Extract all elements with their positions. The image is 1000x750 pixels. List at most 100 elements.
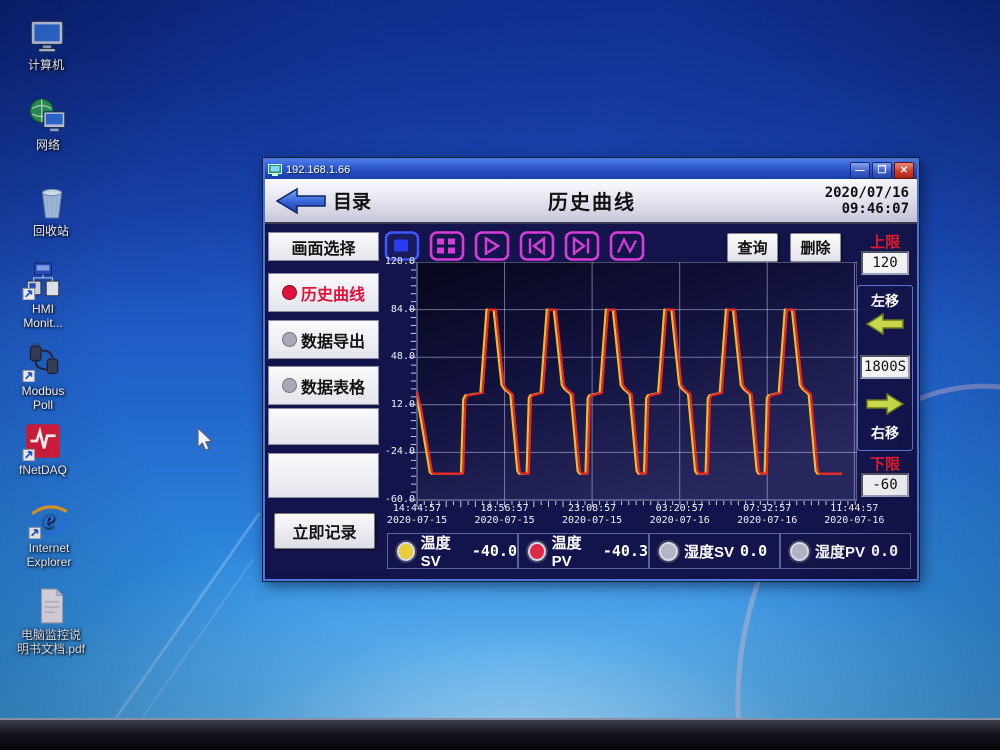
trend-toolbar	[383, 230, 646, 264]
radio-indicator-icon	[282, 378, 297, 393]
back-button[interactable]: 目录	[275, 186, 425, 216]
page-title: 历史曲线	[425, 186, 759, 215]
x-tick-date: 2020-07-15	[562, 515, 622, 527]
y-axis-tick: 48.0	[377, 351, 415, 362]
pdf-doc-icon	[30, 586, 72, 626]
datetime-display: 2020/07/16 09:46:07	[759, 185, 909, 217]
sidebar-item-data-export[interactable]: 数据导出	[268, 320, 379, 359]
desktop-icon-label: Monit...	[0, 316, 86, 330]
x-tick-date: 2020-07-15	[474, 515, 534, 527]
recycle-bin-icon	[30, 182, 72, 222]
skip-end-icon[interactable]	[563, 230, 601, 262]
desktop-icon-label: HMI	[0, 302, 86, 316]
desktop-icon-computer[interactable]: 计算机	[3, 16, 89, 72]
trend-plot[interactable]	[409, 262, 857, 509]
x-tick-time: 07:32:57	[737, 503, 797, 515]
desktop-icon-modbus-poll[interactable]: ModbusPoll	[0, 342, 86, 412]
y-axis-tick: 12.0	[377, 399, 415, 410]
x-axis-tick: 11:44:572020-07-16	[824, 503, 884, 527]
sidebar-item-label: 数据导出	[301, 328, 365, 352]
grid-view-icon[interactable]	[428, 230, 466, 262]
desktop-icon-label: Internet	[6, 541, 92, 555]
computer-icon	[25, 16, 67, 56]
legend-item[interactable]: 湿度SV 0.0	[649, 533, 780, 569]
desktop-icon-label: Modbus	[0, 384, 86, 398]
time-value: 09:46:07	[759, 201, 909, 217]
hmi-monitor-icon	[22, 260, 64, 300]
date-value: 2020/07/16	[759, 185, 909, 201]
upper-limit-label: 上限	[859, 231, 911, 252]
sidebar-empty-row	[268, 408, 379, 445]
desktop-icon-pdf-doc[interactable]: 电脑监控说明书文档.pdf	[8, 586, 94, 656]
record-now-button[interactable]: 立即记录	[274, 513, 375, 549]
sidebar-header: 画面选择	[268, 232, 379, 261]
curve-icon[interactable]	[608, 230, 646, 262]
network-icon	[27, 96, 69, 136]
sidebar-item-history-curve[interactable]: 历史曲线	[268, 273, 379, 312]
x-axis-tick: 03:20:572020-07-16	[650, 503, 710, 527]
legend-label: 温度PV	[552, 532, 597, 570]
desktop-icon-label: 回收站	[8, 224, 94, 238]
desktop-icon-label: 明书文档.pdf	[8, 642, 94, 656]
maximize-button[interactable]: ❐	[872, 162, 892, 179]
legend-color-icon	[397, 542, 415, 561]
back-arrow-icon	[275, 186, 327, 216]
legend-color-icon	[528, 542, 546, 561]
legend-value: 0.0	[740, 542, 767, 560]
x-tick-date: 2020-07-16	[737, 515, 797, 527]
sidebar-empty-row	[268, 453, 379, 498]
y-axis-tick: 84.0	[377, 304, 415, 315]
window-title: 192.168.1.66	[286, 164, 848, 176]
delete-button[interactable]: 删除	[790, 233, 841, 262]
photo-of-desktop: 计算机网络回收站 HMIMonit... ModbusPoll fNetDAQ e Int…	[0, 0, 1000, 750]
query-button[interactable]: 查询	[727, 233, 778, 262]
window-titlebar[interactable]: 192.168.1.66 —❐✕	[265, 160, 917, 179]
minimize-button[interactable]: —	[850, 162, 870, 179]
x-tick-time: 03:20:57	[650, 503, 710, 515]
legend-item[interactable]: 温度SV-40.0	[387, 533, 518, 569]
legend-label: 湿度SV	[684, 541, 734, 562]
desktop-icon-label: fNetDAQ	[0, 463, 86, 477]
legend-value: 0.0	[871, 542, 898, 560]
desktop-icon-hmi-monitor[interactable]: HMIMonit...	[0, 260, 86, 330]
svg-text:e: e	[43, 506, 54, 533]
x-axis-tick: 18:56:572020-07-15	[474, 503, 534, 527]
x-tick-time: 14:44:57	[387, 503, 447, 515]
legend-label: 湿度PV	[815, 541, 865, 562]
x-tick-date: 2020-07-15	[387, 515, 447, 527]
desktop-icon-label: 网络	[5, 138, 91, 152]
sidebar-item-data-table[interactable]: 数据表格	[268, 366, 379, 405]
x-tick-time: 18:56:57	[474, 503, 534, 515]
desktop-icon-label: 电脑监控说	[8, 628, 94, 642]
window-body: 目录 历史曲线 2020/07/16 09:46:07 画面选择历史曲线数据导出…	[265, 179, 917, 574]
radio-indicator-icon	[282, 332, 297, 347]
legend-color-icon	[790, 542, 809, 561]
legend-color-icon	[659, 542, 678, 561]
desktop-icon-internet-explorer[interactable]: e InternetExplorer	[6, 499, 92, 569]
desktop-icon-label: 计算机	[3, 58, 89, 72]
desktop-icon-network[interactable]: 网络	[5, 96, 91, 152]
x-axis-tick: 23:08:572020-07-15	[562, 503, 622, 527]
trend-chart: 120.084.048.012.0-24.0-60.0 14:44:572020…	[375, 262, 913, 532]
desktop-icon-label: Explorer	[6, 555, 92, 569]
legend-item[interactable]: 湿度PV 0.0	[780, 533, 911, 569]
monitor-bezel	[0, 718, 1000, 750]
modbus-poll-icon	[22, 342, 64, 382]
legend-value: -40.0	[472, 542, 517, 560]
sidebar-item-label: 历史曲线	[301, 281, 365, 305]
desktop-icon-label: Poll	[0, 398, 86, 412]
skip-start-icon[interactable]	[518, 230, 556, 262]
app-icon	[268, 164, 282, 176]
legend-item[interactable]: 温度PV-40.3	[518, 533, 649, 569]
x-tick-time: 23:08:57	[562, 503, 622, 515]
desktop-icon-recycle-bin[interactable]: 回收站	[8, 182, 94, 238]
x-tick-date: 2020-07-16	[650, 515, 710, 527]
x-tick-time: 11:44:57	[824, 503, 884, 515]
desktop-icon-fnetdaq[interactable]: fNetDAQ	[0, 421, 86, 477]
y-axis-tick: 120.0	[377, 256, 415, 267]
x-axis-tick: 07:32:572020-07-16	[737, 503, 797, 527]
x-axis-tick: 14:44:572020-07-15	[387, 503, 447, 527]
back-button-label: 目录	[333, 187, 371, 214]
play-icon[interactable]	[473, 230, 511, 262]
close-button[interactable]: ✕	[894, 162, 914, 179]
